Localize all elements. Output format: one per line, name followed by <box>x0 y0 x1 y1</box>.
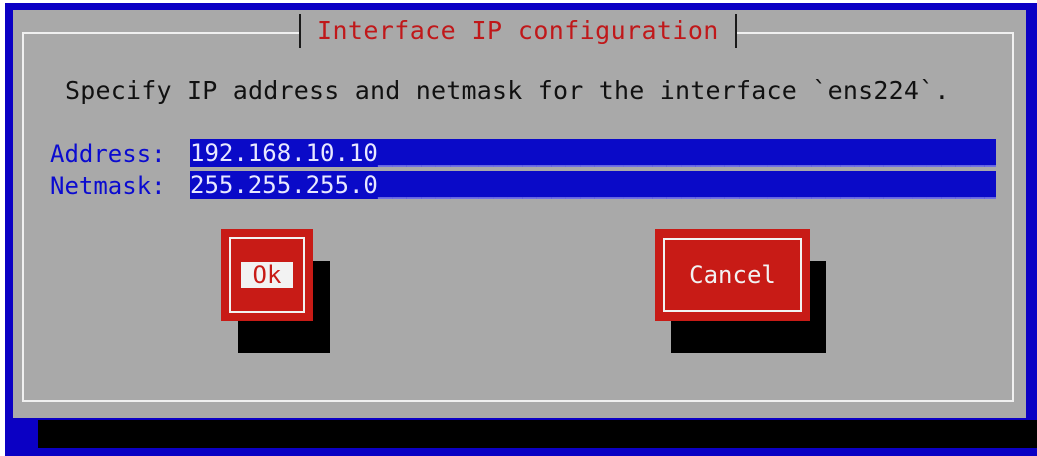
cancel-button-label: Cancel <box>689 261 776 289</box>
address-value: 192.168.10.10 <box>190 139 378 167</box>
address-label: Address: <box>50 140 166 168</box>
netmask-fill: ________________________________________… <box>377 171 996 199</box>
cancel-button-border: Cancel <box>663 238 802 312</box>
ip-config-dialog: Interface IP configuration Specify IP ad… <box>13 10 1026 418</box>
address-field[interactable]: 192.168.10.10___________________________… <box>190 139 996 167</box>
ok-button-label: Ok <box>240 262 294 288</box>
netmask-value: 255.255.255.0 <box>190 171 378 199</box>
dialog-shadow <box>38 420 1037 448</box>
screen-background: Interface IP configuration Specify IP ad… <box>5 3 1037 456</box>
dialog-prompt: Specify IP address and netmask for the i… <box>65 76 950 105</box>
ok-button[interactable]: Ok <box>221 229 313 321</box>
ok-button-border: Ok <box>229 237 305 313</box>
netmask-field[interactable]: 255.255.255.0___________________________… <box>190 171 996 199</box>
dialog-title: Interface IP configuration <box>299 14 737 48</box>
netmask-label: Netmask: <box>50 172 166 200</box>
address-fill: ________________________________________… <box>377 139 996 167</box>
cancel-button[interactable]: Cancel <box>655 229 810 321</box>
